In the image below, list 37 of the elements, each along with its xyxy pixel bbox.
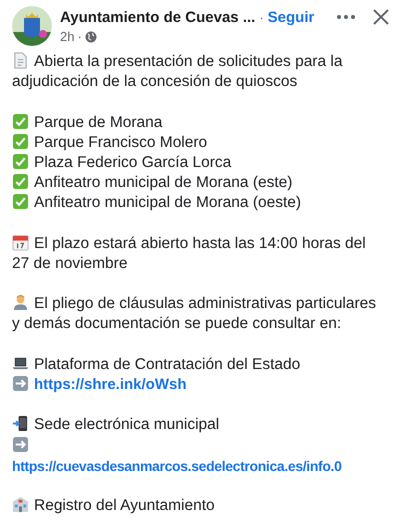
follow-button[interactable]: Seguir xyxy=(268,9,314,26)
post-text: adjudicación de la concesión de quioscos xyxy=(12,73,298,90)
document-icon xyxy=(12,52,29,69)
calendar-icon xyxy=(12,234,29,251)
post-time[interactable]: 2h xyxy=(60,29,74,44)
post-text: Plaza Federico García Lorca xyxy=(34,154,232,171)
post-link[interactable]: https://cuevasdesanmarcos.sedelectronica.es/info.0 xyxy=(12,458,342,474)
separator-dot: · xyxy=(259,10,264,25)
post-text: y demás documentación se puede consultar en: xyxy=(12,315,342,332)
post-link[interactable]: https://shre.ink/oWsh xyxy=(34,376,187,393)
building-icon xyxy=(12,496,29,514)
check-mark-icon xyxy=(12,193,29,210)
post-text: Anfiteatro municipal de Morana (este) xyxy=(34,174,292,192)
post-text: 27 de noviembre xyxy=(12,254,128,272)
post-text: Anfiteatro municipal de Morana (oeste) xyxy=(34,194,302,212)
page-avatar-icon[interactable] xyxy=(12,6,52,46)
close-icon[interactable] xyxy=(372,8,390,26)
post-text: El plazo estará abierto hasta las 14:00 horas del xyxy=(34,234,366,252)
check-mark-icon xyxy=(12,132,29,150)
arrow-right-icon xyxy=(12,436,29,453)
post-text: Plataforma de Contratación del Estado xyxy=(34,356,300,373)
person-icon xyxy=(12,294,29,312)
arrow-right-icon xyxy=(12,375,29,392)
more-options-icon[interactable] xyxy=(336,14,356,20)
separator-dot: · xyxy=(77,29,82,44)
phone-icon xyxy=(12,415,29,432)
post-text: Registro del Ayuntamiento xyxy=(34,497,215,514)
check-mark-icon xyxy=(12,173,29,190)
post-text: Sede electrónica municipal xyxy=(34,416,220,434)
post-text: El pliego de cláusulas administrativas particulares xyxy=(34,295,376,312)
page-name[interactable]: Ayuntamiento de Cuevas ... xyxy=(60,9,256,26)
check-mark-icon xyxy=(12,152,29,170)
post-text: Abierta la presentación de solicitudes para la xyxy=(34,53,342,70)
globe-icon xyxy=(84,30,97,42)
post-text: Parque de Morana xyxy=(34,114,162,131)
post-text: Parque Francisco Molero xyxy=(34,134,208,151)
check-mark-icon xyxy=(12,112,29,130)
